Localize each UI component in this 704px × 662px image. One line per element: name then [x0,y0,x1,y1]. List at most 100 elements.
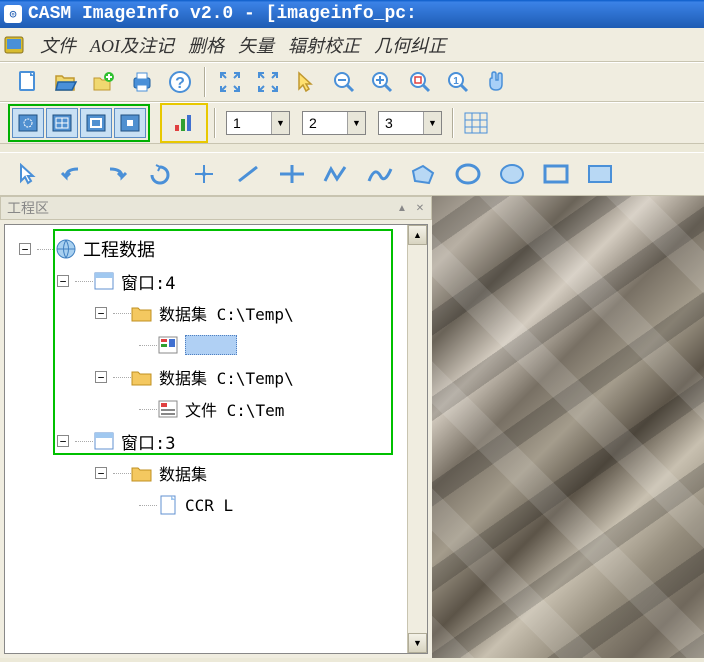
menu-bar: 文件 AOI及注记 删格 矢量 辐射校正 几何纠正 [0,28,704,62]
layers-icon [157,335,179,355]
window-icon [93,431,115,451]
folder-icon [131,463,153,483]
toolbar-separator [452,108,454,138]
panel-min-button[interactable]: ▲ [395,201,409,215]
band1-dropdown[interactable]: 1 ▼ [226,111,290,135]
vertical-scrollbar[interactable]: ▲ ▼ [407,225,427,653]
histogram-button[interactable] [170,107,198,139]
collapse-icon[interactable]: − [95,307,107,319]
band3-value: 3 [379,115,423,131]
tree-window-row[interactable]: − 窗口:3 [9,425,423,457]
app-menu-icon[interactable] [2,34,26,56]
layers-icon [157,399,179,419]
band3-dropdown[interactable]: 3 ▼ [378,111,442,135]
polygon-tool-button[interactable] [408,158,440,190]
menu-raster[interactable]: 删格 [188,32,224,58]
collapse-icon[interactable]: − [57,435,69,447]
band1-value: 1 [227,115,271,131]
view-mode-1-button[interactable] [12,108,44,138]
zoom-out-button[interactable] [328,66,360,98]
folder-icon [131,367,153,387]
toolbar-separator [214,108,216,138]
toolbar-draw [0,152,704,196]
ellipse-tool-button[interactable] [452,158,484,190]
open-button[interactable] [50,66,82,98]
zoom-region-button[interactable] [404,66,436,98]
collapse-icon[interactable]: − [95,467,107,479]
rectangle-tool-button[interactable] [540,158,572,190]
zoom-full-button[interactable]: 1 [442,66,474,98]
new-button[interactable] [12,66,44,98]
tree-file-row[interactable]: CCR L [9,489,423,521]
tree-window-label: 窗口:3 [121,429,175,454]
dropdown-arrow-icon: ▼ [347,112,365,134]
menu-radiometric[interactable]: 辐射校正 [288,32,360,58]
collapse-icon[interactable]: − [95,371,107,383]
main-area: 工程区 ▲ ✕ − 工程数据 − [0,196,704,658]
band2-value: 2 [303,115,347,131]
add-layer-button[interactable] [88,66,120,98]
tree-file-row[interactable]: 文件 C:\Tem [9,393,423,425]
curve-tool-button[interactable] [364,158,396,190]
folder-icon [131,303,153,323]
scroll-down-button[interactable]: ▼ [408,633,427,653]
polyline-tool-button[interactable] [320,158,352,190]
toolbar-separator [204,67,206,97]
tree-file-label: 文件 C:\Tem [185,397,284,421]
image-viewport[interactable] [432,196,704,658]
add-point-button[interactable] [188,158,220,190]
cross-tool-button[interactable] [276,158,308,190]
view-mode-3-button[interactable] [80,108,112,138]
menu-vector[interactable]: 矢量 [238,32,274,58]
grid-button[interactable] [460,107,492,139]
print-button[interactable] [126,66,158,98]
select-tool-button[interactable] [12,158,44,190]
tree-window-label: 窗口:4 [121,269,175,294]
tree-file-row[interactable] [9,329,423,361]
fit-window-button[interactable] [214,66,246,98]
band2-dropdown[interactable]: 2 ▼ [302,111,366,135]
window-icon [93,271,115,291]
expand-button[interactable] [252,66,284,98]
tree-root-row[interactable]: − 工程数据 [9,233,423,265]
zoom-in-button[interactable] [366,66,398,98]
tree-dataset-row[interactable]: − 数据集 C:\Temp\ [9,361,423,393]
menu-aoi[interactable]: AOI及注记 [90,32,174,58]
tree-root-label: 工程数据 [83,236,155,262]
collapse-icon[interactable]: − [19,243,31,255]
svg-text:1: 1 [453,76,459,87]
pointer-button[interactable] [290,66,322,98]
svg-text:?: ? [175,75,185,92]
tree-dataset-row[interactable]: − 数据集 C:\Temp\ [9,297,423,329]
panel-close-button[interactable]: ✕ [413,201,427,215]
scroll-up-button[interactable]: ▲ [408,225,427,245]
project-panel: 工程区 ▲ ✕ − 工程数据 − [0,196,432,658]
menu-file[interactable]: 文件 [40,32,76,58]
help-button[interactable]: ? [164,66,196,98]
project-tree[interactable]: − 工程数据 − 窗口:4 − [5,225,427,529]
globe-icon [55,239,77,259]
tree-window-row[interactable]: − 窗口:4 [9,265,423,297]
tree-dataset-row[interactable]: − 数据集 [9,457,423,489]
panel-header: 工程区 ▲ ✕ [0,196,432,220]
app-icon: ◎ [4,5,22,23]
menu-geometric[interactable]: 几何纠正 [374,32,446,58]
redo-button[interactable] [100,158,132,190]
view-mode-group [8,104,150,142]
view-mode-2-button[interactable] [46,108,78,138]
rotate-button[interactable] [144,158,176,190]
toolbar-main: ? 1 [0,62,704,102]
tree-file-label-selected [185,335,237,355]
filled-rect-button[interactable] [584,158,616,190]
tree-dataset-label: 数据集 C:\Temp\ [159,301,294,325]
toolbar-view: 1 ▼ 2 ▼ 3 ▼ [0,102,704,144]
view-mode-4-button[interactable] [114,108,146,138]
line-tool-button[interactable] [232,158,264,190]
undo-button[interactable] [56,158,88,190]
filled-ellipse-button[interactable] [496,158,528,190]
tree-dataset-label: 数据集 [159,461,207,485]
pan-button[interactable] [480,66,512,98]
chart-group [160,103,208,143]
collapse-icon[interactable]: − [57,275,69,287]
document-icon [157,495,179,515]
